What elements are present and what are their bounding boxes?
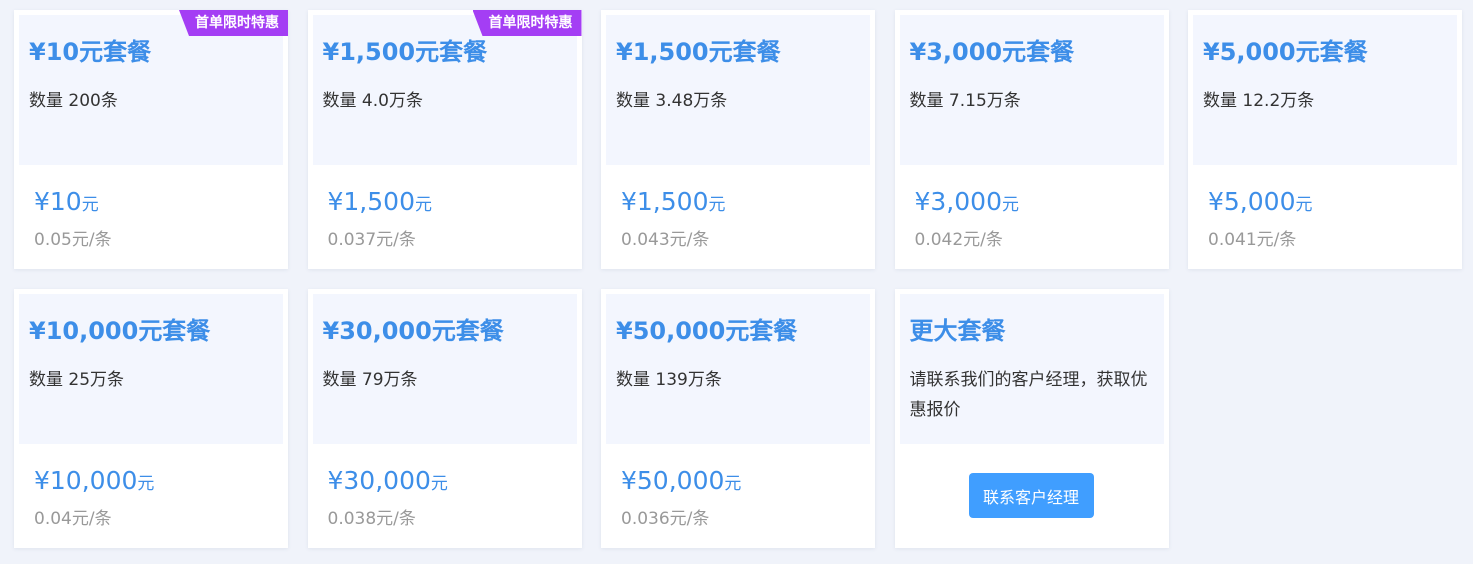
price-unit: 元 [724, 474, 742, 494]
price-amount: ¥50,000 [621, 466, 725, 495]
price-amount: ¥10 [34, 187, 82, 216]
package-unit-rate: 0.038元/条 [327, 509, 416, 529]
price-unit: 元 [414, 195, 432, 215]
custom-package-card: 更大套餐 请联系我们的客户经理，获取优惠报价 联系客户经理 [894, 289, 1169, 548]
package-quantity: 数量 12.2万条 [1203, 91, 1315, 111]
package-title: ¥5,000元套餐 [1203, 38, 1368, 66]
package-quantity: 数量 79万条 [322, 370, 418, 390]
contact-manager-button[interactable]: 联系客户经理 [968, 473, 1094, 518]
price-unit: 元 [708, 195, 726, 215]
package-card[interactable]: ¥50,000元套餐 数量 139万条 ¥50,000元 0.036元/条 [601, 289, 875, 548]
price-unit: 元 [81, 195, 99, 215]
package-unit-rate: 0.04元/条 [34, 509, 112, 529]
package-quantity: 数量 3.48万条 [616, 91, 728, 111]
price-unit: 元 [1001, 195, 1019, 215]
package-title: ¥50,000元套餐 [616, 317, 798, 345]
price-unit: 元 [137, 474, 155, 494]
package-price: ¥5,000元 [1208, 187, 1312, 216]
package-title: ¥30,000元套餐 [322, 317, 504, 345]
package-card[interactable]: ¥1,500元套餐 数量 4.0万条 ¥1,500元 0.037元/条 首单限时… [307, 10, 582, 269]
package-quantity: 数量 139万条 [616, 370, 722, 390]
price-amount: ¥30,000 [327, 466, 431, 495]
custom-package-title: 更大套餐 [909, 317, 1006, 345]
package-quantity: 数量 7.15万条 [909, 91, 1021, 111]
package-unit-rate: 0.037元/条 [327, 230, 416, 250]
package-card[interactable]: ¥5,000元套餐 数量 12.2万条 ¥5,000元 0.041元/条 [1188, 10, 1462, 269]
price-unit: 元 [1295, 195, 1313, 215]
package-title: ¥1,500元套餐 [322, 38, 488, 66]
price-amount: ¥1,500 [621, 187, 709, 216]
package-price: ¥1,500元 [328, 187, 432, 216]
package-card[interactable]: ¥30,000元套餐 数量 79万条 ¥30,000元 0.038元/条 [307, 289, 582, 548]
price-unit: 元 [430, 474, 448, 494]
custom-package-description: 请联系我们的客户经理，获取优惠报价 [909, 370, 1148, 420]
price-amount: ¥1,500 [327, 187, 415, 216]
package-quantity: 数量 4.0万条 [322, 91, 423, 111]
promo-badge: 首单限时特惠 [472, 10, 582, 36]
package-unit-rate: 0.043元/条 [621, 230, 710, 250]
package-quantity: 数量 25万条 [29, 370, 125, 390]
package-unit-rate: 0.041元/条 [1208, 230, 1297, 250]
price-amount: ¥10,000 [34, 466, 138, 495]
package-card[interactable]: ¥10元套餐 数量 200条 ¥10元 0.05元/条 首单限时特惠 [14, 10, 288, 269]
package-price: ¥10元 [34, 187, 99, 216]
package-title: ¥10,000元套餐 [29, 317, 211, 345]
package-card[interactable]: ¥10,000元套餐 数量 25万条 ¥10,000元 0.04元/条 [14, 289, 288, 548]
package-grid: ¥10元套餐 数量 200条 ¥10元 0.05元/条 首单限时特惠 ¥1,50… [14, 10, 1462, 548]
package-card[interactable]: ¥3,000元套餐 数量 7.15万条 ¥3,000元 0.042元/条 [894, 10, 1169, 269]
package-price: ¥1,500元 [621, 187, 725, 216]
package-unit-rate: 0.036元/条 [621, 509, 710, 529]
package-title: ¥1,500元套餐 [616, 38, 781, 66]
package-price: ¥10,000元 [34, 466, 154, 495]
package-unit-rate: 0.05元/条 [34, 230, 112, 250]
price-amount: ¥5,000 [1208, 187, 1296, 216]
price-amount: ¥3,000 [914, 187, 1002, 216]
package-unit-rate: 0.042元/条 [914, 230, 1003, 250]
package-quantity: 数量 200条 [29, 91, 118, 111]
package-price: ¥30,000元 [328, 466, 448, 495]
package-price: ¥50,000元 [621, 466, 741, 495]
promo-badge: 首单限时特惠 [179, 10, 288, 36]
package-price: ¥3,000元 [915, 187, 1019, 216]
package-title: ¥3,000元套餐 [909, 38, 1075, 66]
package-title: ¥10元套餐 [29, 38, 152, 66]
package-card[interactable]: ¥1,500元套餐 数量 3.48万条 ¥1,500元 0.043元/条 [601, 10, 875, 269]
